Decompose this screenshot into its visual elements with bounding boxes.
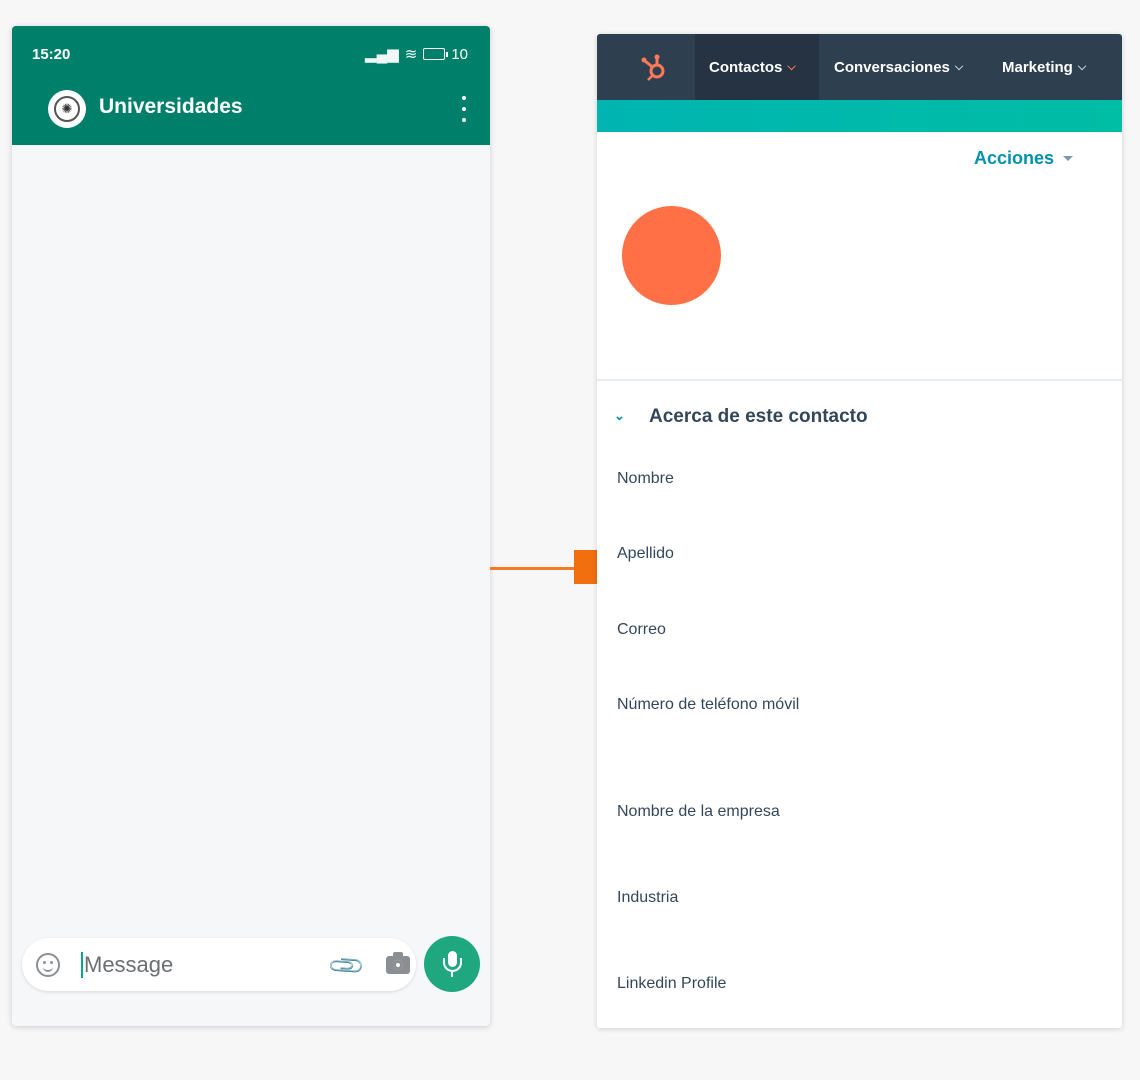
caret-down-icon: [1063, 156, 1074, 161]
actions-dropdown[interactable]: Acciones: [974, 148, 1074, 169]
connector-node: [574, 550, 598, 584]
field-label-nombre: Nombre: [617, 470, 674, 487]
hubspot-top-nav: Contactos ⌵ Conversaciones ⌵ Marketing ⌵: [597, 34, 1122, 100]
signal-icon: ▂▄▆: [365, 46, 399, 63]
text-caret: [81, 952, 83, 978]
group-avatar[interactable]: ✺: [48, 90, 86, 128]
chat-title[interactable]: Universidades: [99, 95, 243, 119]
chevron-down-icon: ⌵: [954, 60, 964, 73]
battery-level: 10: [451, 45, 468, 63]
hubspot-logo-icon: [641, 54, 665, 81]
field-label-industria: Industria: [617, 889, 679, 906]
nav-contactos[interactable]: Contactos ⌵: [695, 34, 819, 100]
section-title[interactable]: Acerca de este contacto: [649, 406, 868, 428]
camera-icon[interactable]: [386, 952, 410, 974]
connector-line: [490, 567, 576, 570]
battery-icon: [423, 48, 449, 60]
chat-header: 15:20 ▂▄▆ ≋ 10 ✺ Universidades: [12, 26, 490, 145]
header-accent-band: [597, 100, 1122, 132]
status-time: 15:20: [32, 46, 71, 63]
hubspot-contact-panel: Contactos ⌵ Conversaciones ⌵ Marketing ⌵…: [597, 34, 1122, 1028]
mic-button[interactable]: [424, 936, 480, 992]
nav-label: Contactos: [709, 58, 783, 76]
wifi-icon: ≋: [404, 46, 418, 63]
more-vert-icon[interactable]: [456, 96, 472, 122]
field-label-linkedin: Linkedin Profile: [617, 975, 727, 992]
contact-avatar: [622, 206, 721, 305]
chevron-down-icon[interactable]: ⌄: [614, 408, 625, 424]
attach-icon[interactable]: 📎: [326, 946, 368, 988]
chat-messages-area: [12, 145, 490, 940]
field-label-correo: Correo: [617, 621, 666, 638]
nav-label: Marketing: [1002, 58, 1073, 76]
nav-conversaciones[interactable]: Conversaciones ⌵: [819, 34, 983, 100]
field-label-telefono-movil: Número de teléfono móvil: [617, 696, 800, 713]
nav-label: Conversaciones: [834, 58, 950, 76]
chevron-down-icon: ⌵: [1077, 60, 1087, 73]
emoji-icon[interactable]: [36, 953, 60, 977]
nav-marketing[interactable]: Marketing ⌵: [983, 34, 1122, 100]
field-label-empresa: Nombre de la empresa: [617, 803, 780, 820]
status-bar-icons: ▂▄▆ ≋ 10: [365, 45, 468, 64]
chevron-down-icon: ⌵: [787, 60, 796, 73]
whatsapp-phone-screen: 15:20 ▂▄▆ ≋ 10 ✺ Universidades 📎: [12, 26, 490, 1026]
message-input[interactable]: [84, 948, 314, 982]
actions-label: Acciones: [974, 148, 1055, 168]
field-label-apellido: Apellido: [617, 545, 674, 562]
message-compose-bar: 📎: [22, 938, 416, 991]
section-divider: [597, 379, 1122, 381]
university-logo-icon: ✺: [54, 96, 80, 122]
